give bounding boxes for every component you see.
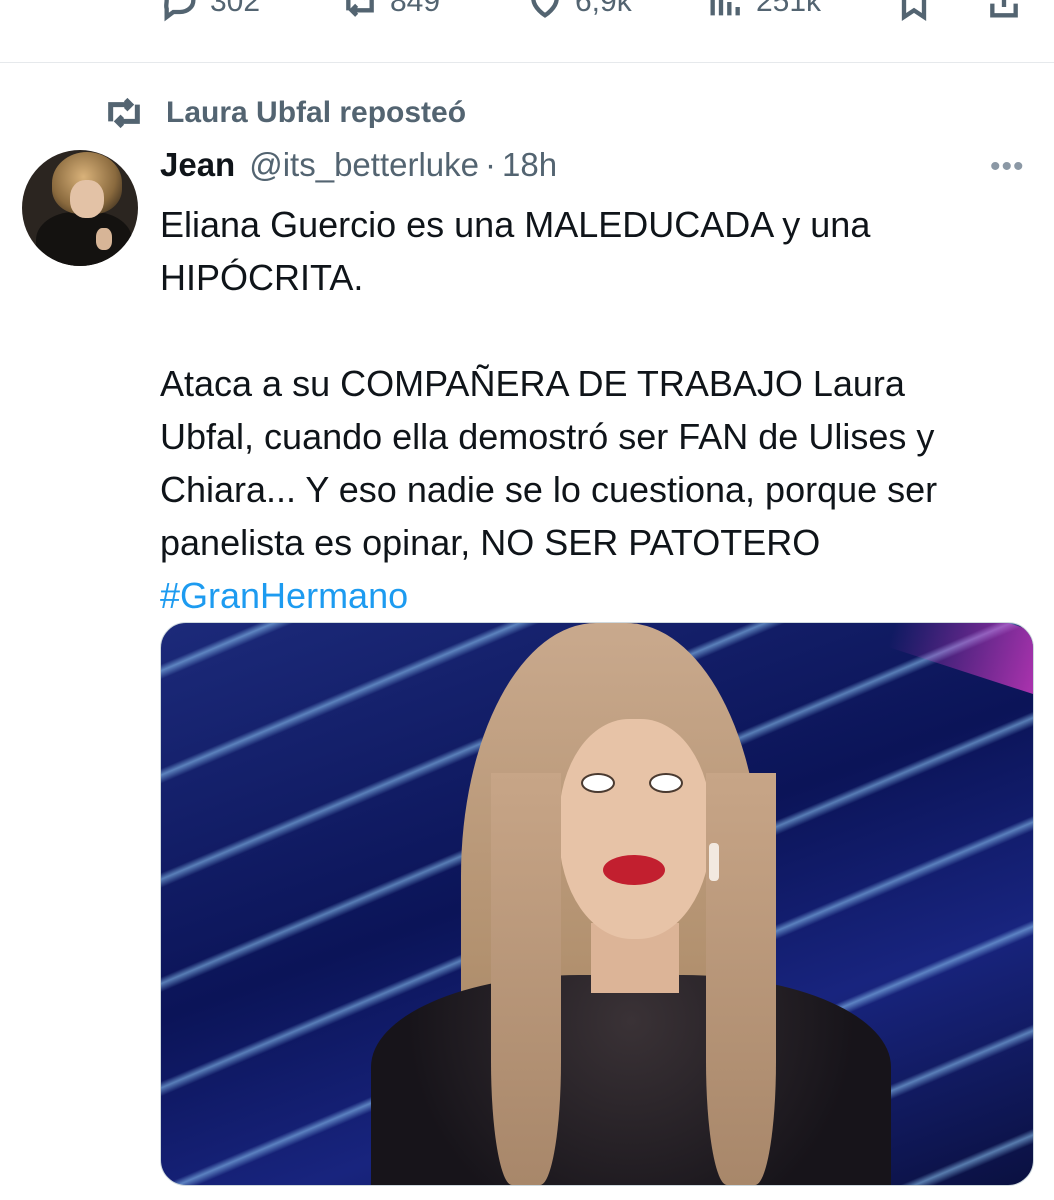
media-hair-strand	[491, 773, 561, 1185]
tweet-text-line: Eliana Guercio es una MALEDUCADA y una	[160, 204, 871, 245]
previous-tweet-action-bar: 302 849 6,9k 251k	[0, 0, 1054, 62]
author-name[interactable]: Jean	[160, 146, 235, 184]
media-face	[559, 719, 711, 939]
author-handle[interactable]: @its_betterluke	[249, 146, 479, 184]
views-count: 251k	[756, 0, 822, 18]
repost-count: 849	[390, 0, 441, 18]
avatar-face	[70, 180, 104, 218]
media-microphone	[709, 843, 719, 881]
hashtag-link[interactable]: #GranHermano	[160, 575, 408, 616]
repost-icon	[108, 97, 140, 129]
separator-dot: ·	[485, 146, 496, 183]
tweet-media-image[interactable]	[160, 622, 1034, 1186]
media-eye	[581, 773, 615, 793]
repost-banner-text: Laura Ubfal reposteó	[166, 96, 467, 129]
tweet-time[interactable]: 18h	[502, 146, 557, 184]
media-outfit	[371, 975, 891, 1185]
tweet-text-line: Ubfal, cuando ella demostró ser FAN de U…	[160, 416, 935, 457]
tweet-text: Eliana Guercio es una MALEDUCADA y una H…	[160, 198, 1030, 622]
tweet-divider	[0, 62, 1054, 63]
like-icon	[531, 0, 559, 18]
bookmark-icon	[901, 0, 927, 22]
avatar-hand	[96, 228, 112, 250]
avatar[interactable]	[22, 150, 138, 266]
like-button[interactable]: 6,9k	[525, 0, 632, 22]
share-button[interactable]	[984, 0, 1024, 22]
stage-light	[887, 623, 1033, 697]
tweet-header: Jean @its_betterluke · 18h	[160, 146, 557, 184]
avatar-body	[36, 212, 132, 266]
tweet-text-line: panelista es opinar, NO SER PATOTERO	[160, 522, 821, 563]
share-icon	[990, 0, 1018, 18]
reply-button[interactable]: 302	[160, 0, 260, 22]
repost-banner[interactable]: Laura Ubfal reposteó	[104, 96, 466, 130]
media-lips	[603, 855, 665, 885]
tweet-text-line: HIPÓCRITA.	[160, 257, 364, 298]
reply-icon	[164, 0, 196, 22]
repost-button[interactable]: 849	[340, 0, 440, 22]
reply-count: 302	[210, 0, 261, 18]
views-button[interactable]: 251k	[706, 0, 821, 22]
bookmark-button[interactable]	[894, 0, 934, 22]
tweet-text-line: Chiara... Y eso nadie se lo cuestiona, p…	[160, 469, 938, 510]
more-icon[interactable]: •••	[990, 150, 1025, 184]
like-count: 6,9k	[575, 0, 632, 18]
media-eye	[649, 773, 683, 793]
repost-icon	[346, 0, 374, 17]
views-icon	[710, 0, 740, 16]
tweet-text-line: Ataca a su COMPAÑERA DE TRABAJO Laura	[160, 363, 905, 404]
media-hair-strand	[706, 773, 776, 1185]
